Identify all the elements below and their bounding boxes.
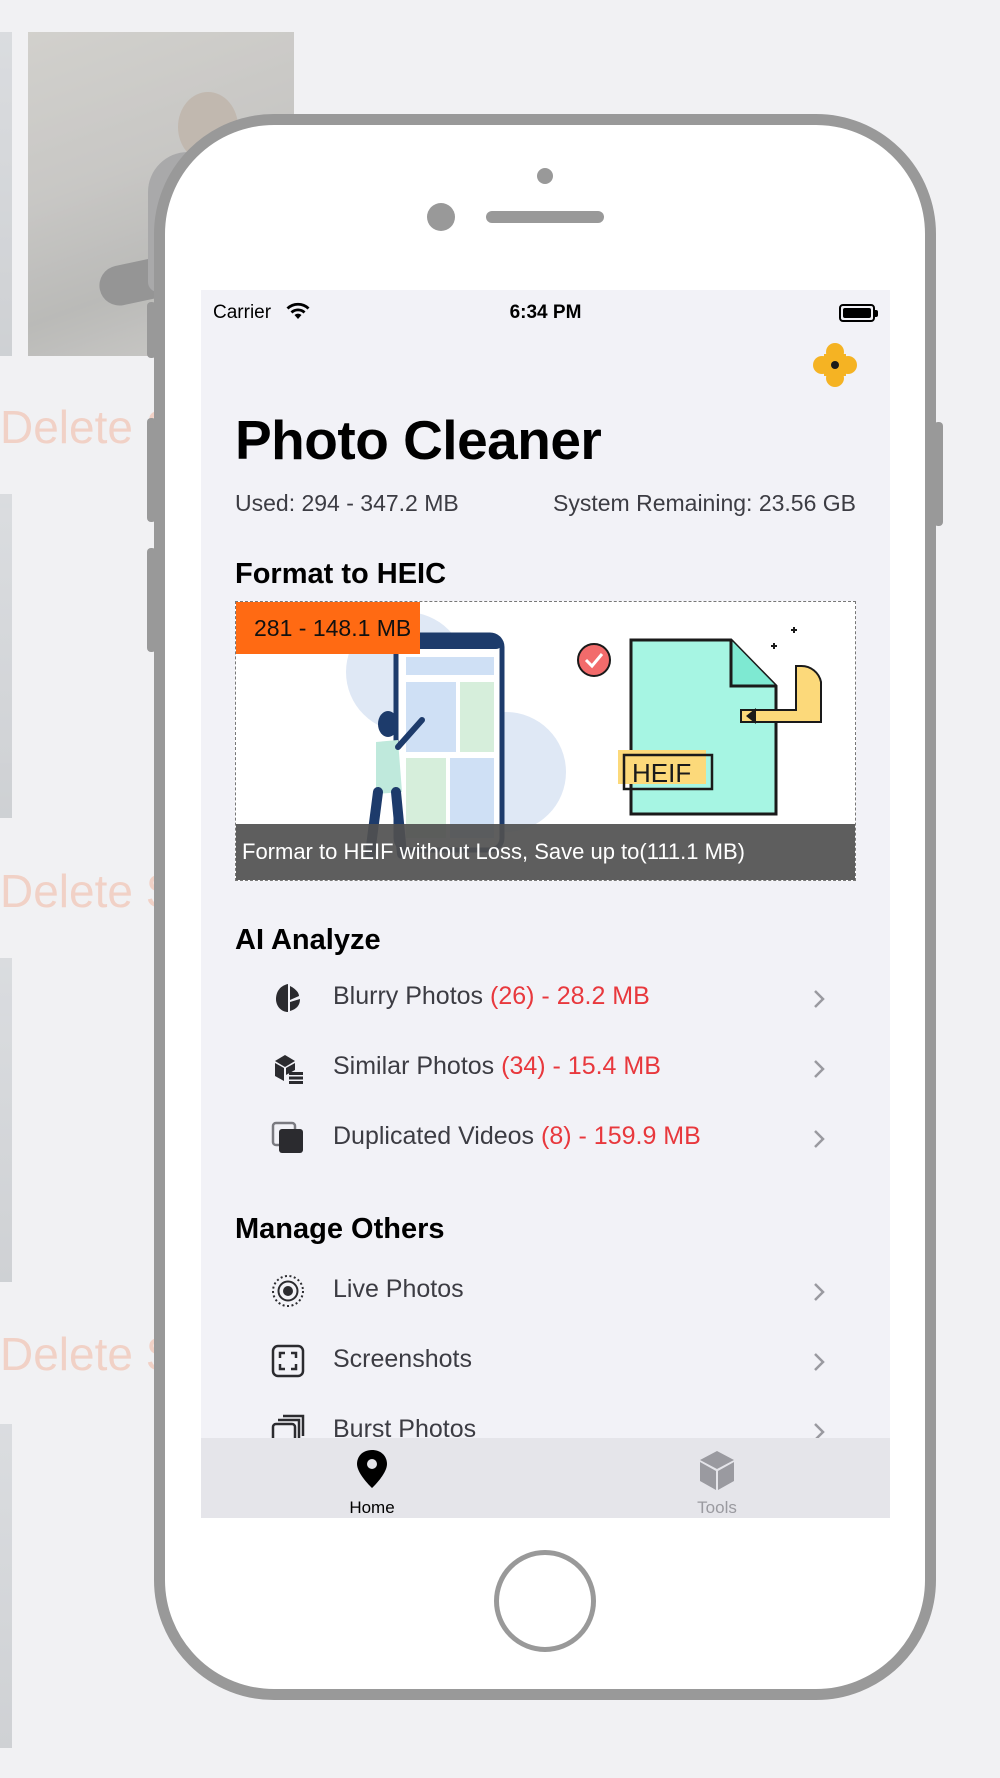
app-screen: Carrier 6:34 PM Photo Cleaner Used: 294 …: [201, 290, 890, 1518]
background-photo-thumb: [0, 958, 12, 1282]
tab-label: Tools: [697, 1498, 737, 1517]
boxes-stack-icon: [275, 1055, 303, 1084]
phone-camera: [427, 203, 455, 231]
section-heading-ai-analyze: AI Analyze: [235, 924, 381, 956]
remaining-storage-label: System Remaining: 23.56 GB: [553, 490, 856, 516]
list-item-label: Duplicated Videos: [333, 1122, 542, 1150]
duplicate-squares-icon: [271, 1121, 303, 1153]
list-item-live-photos[interactable]: Live Photos: [235, 1261, 856, 1321]
screenshot-icon: [271, 1344, 305, 1378]
list-item-label: Similar Photos: [333, 1052, 502, 1080]
chevron-right-icon: [814, 1283, 825, 1301]
background-photo-thumb: [0, 494, 12, 818]
list-item-label: Live Photos: [333, 1275, 464, 1303]
list-item-blurry-photos[interactable]: Blurry Photos (26) - 28.2 MB: [235, 968, 856, 1028]
section-heading-manage-others: Manage Others: [235, 1213, 445, 1245]
list-item-similar-photos[interactable]: Similar Photos (34) - 15.4 MB: [235, 1038, 856, 1098]
list-item-label: Screenshots: [333, 1345, 472, 1373]
battery-icon: [839, 304, 878, 322]
page-title: Photo Cleaner: [235, 409, 602, 471]
list-item-label: Blurry Photos: [333, 982, 491, 1010]
map-pin-icon: [357, 1450, 387, 1488]
list-item-stat: (34) - 15.4 MB: [501, 1052, 661, 1080]
phone-home-button[interactable]: [494, 1550, 596, 1652]
list-item-duplicated-videos[interactable]: Duplicated Videos (8) - 159.9 MB: [235, 1108, 856, 1168]
background-photo-thumb: [0, 32, 12, 356]
chevron-right-icon: [814, 1130, 825, 1148]
tab-bar: Home Tools: [201, 1438, 890, 1518]
phone-speaker: [486, 211, 604, 223]
cube-icon: [700, 1451, 734, 1490]
chevron-right-icon: [814, 990, 825, 1008]
section-heading-heic: Format to HEIC: [235, 558, 447, 590]
heic-format-banner[interactable]: 281 - 148.1 MB HEIF Formar to HEIF witho…: [235, 601, 856, 881]
heif-file-label: HEIF: [632, 758, 691, 788]
chevron-right-icon: [814, 1353, 825, 1371]
tab-label: Home: [349, 1498, 395, 1517]
tab-tools[interactable]: Tools: [657, 1448, 777, 1518]
heic-count-badge: 281 - 148.1 MB: [236, 602, 420, 654]
chevron-right-icon: [814, 1060, 825, 1078]
used-storage-label: Used: 294 - 347.2 MB: [235, 490, 459, 516]
list-item-stat: (26) - 28.2 MB: [490, 982, 650, 1010]
live-photo-icon: [272, 1275, 304, 1307]
tab-home[interactable]: Home: [312, 1448, 432, 1518]
leaf-icon: [276, 984, 300, 1012]
app-logo-icon[interactable]: [812, 342, 858, 388]
status-time: 6:34 PM: [509, 302, 582, 323]
heic-caption: Formar to HEIF without Loss, Save up to(…: [236, 824, 855, 880]
list-item-stat: (8) - 159.9 MB: [541, 1122, 701, 1150]
list-item-screenshots[interactable]: Screenshots: [235, 1331, 856, 1391]
status-bar: Carrier 6:34 PM: [201, 290, 890, 330]
background-photo-thumb: [0, 1424, 12, 1748]
phone-sensor: [537, 168, 553, 184]
